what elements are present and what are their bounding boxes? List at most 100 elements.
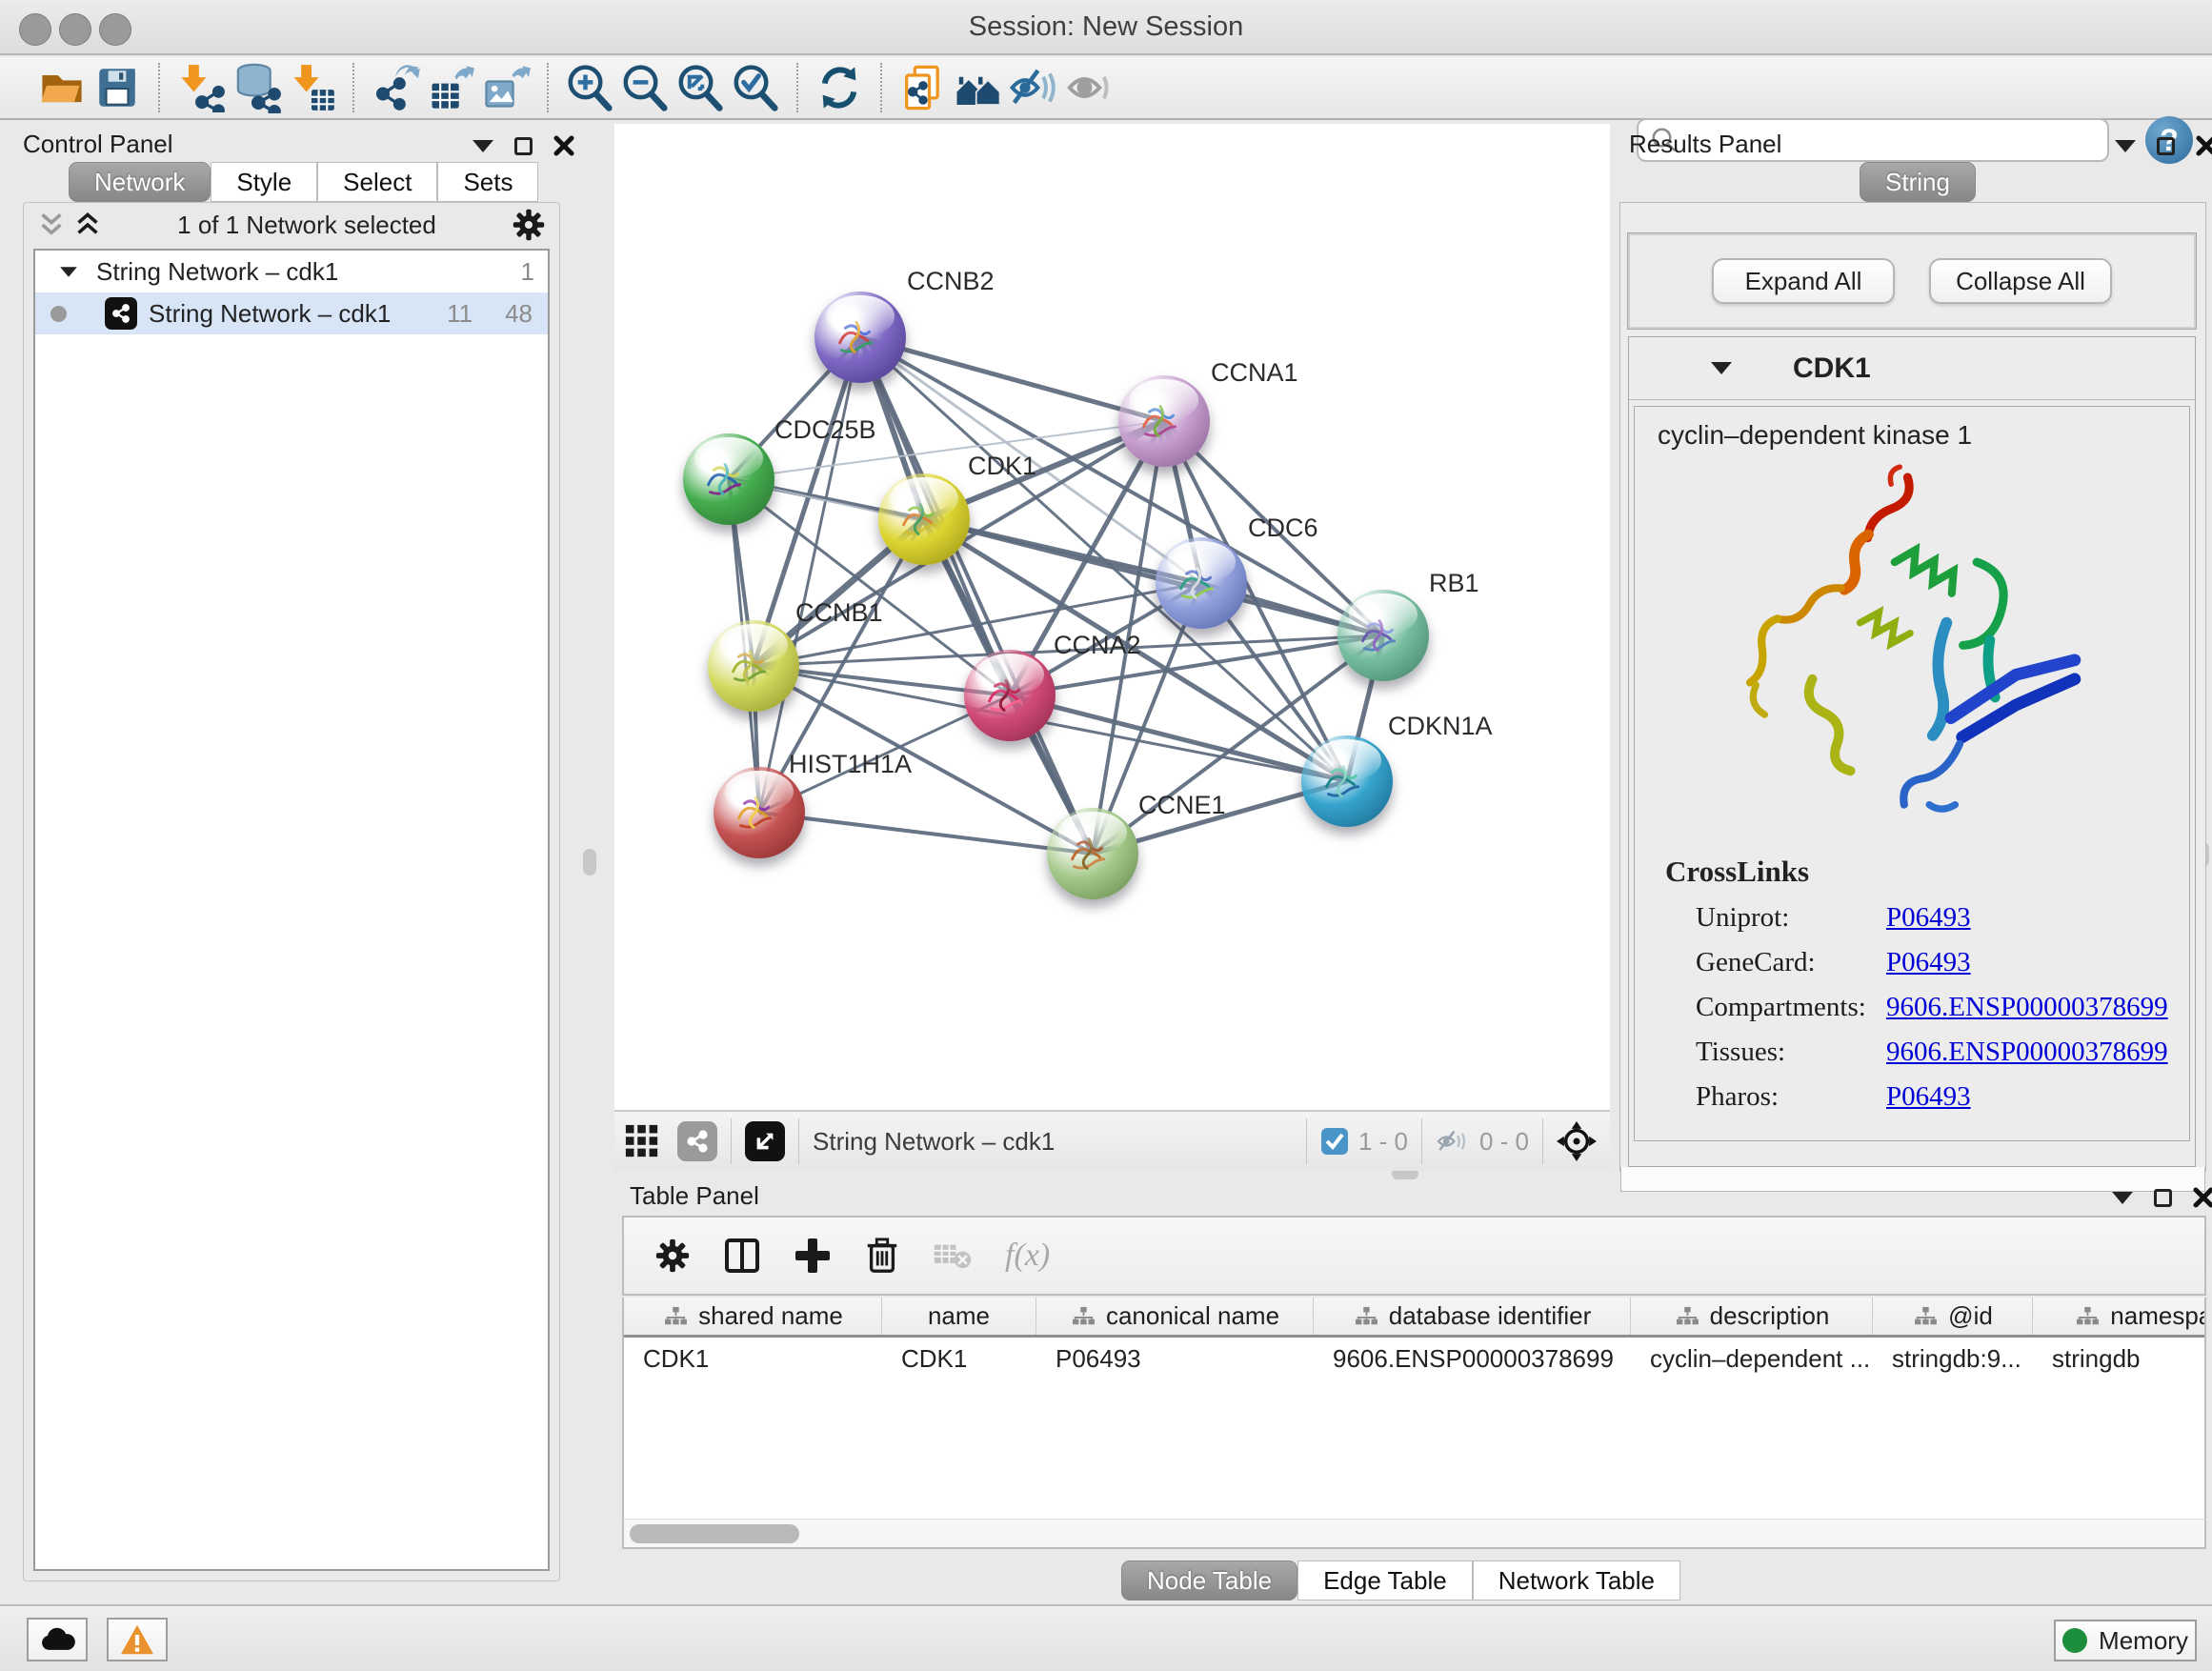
crosslink-link[interactable]: P06493: [1886, 902, 1971, 934]
network-overview-icon[interactable]: [951, 60, 1006, 115]
center-view-crosshair-icon[interactable]: [1557, 1121, 1597, 1161]
tab-sets[interactable]: Sets: [437, 162, 538, 202]
crosslink-link[interactable]: 9606.ENSP00000378699: [1886, 1037, 2168, 1068]
function-builder-icon[interactable]: f(x): [1005, 1238, 1050, 1274]
expand-all-button[interactable]: Expand All: [1712, 258, 1895, 304]
node-CDKN1A[interactable]: [1301, 735, 1393, 827]
network-options-gear-icon[interactable]: [512, 208, 546, 242]
export-network-icon[interactable]: [368, 60, 423, 115]
table-cell[interactable]: stringdb:9...: [1873, 1338, 2033, 1379]
table-row[interactable]: CDK1CDK1P064939606.ENSP00000378699cyclin…: [624, 1338, 2204, 1379]
crosslink-link[interactable]: 9606.ENSP00000378699: [1886, 992, 2168, 1023]
node-RB1[interactable]: [1337, 590, 1429, 681]
results-float-icon[interactable]: [2157, 137, 2175, 155]
collapse-all-icon[interactable]: [37, 212, 66, 237]
import-network-database-icon[interactable]: [229, 60, 284, 115]
node-CCNB1[interactable]: [708, 620, 799, 712]
table-cell[interactable]: CDK1: [624, 1338, 882, 1379]
import-network-icon[interactable]: [173, 60, 229, 115]
memory-button[interactable]: Memory: [2054, 1620, 2197, 1661]
import-table-icon[interactable]: [284, 60, 339, 115]
delete-table-icon[interactable]: [933, 1239, 973, 1272]
tab-network[interactable]: Network: [69, 162, 211, 202]
edge-CCNA2-CDKN1A[interactable]: [1010, 695, 1347, 781]
tab-select[interactable]: Select: [317, 162, 437, 202]
tab-edge-table[interactable]: Edge Table: [1297, 1560, 1473, 1601]
show-columns-icon[interactable]: [723, 1237, 761, 1275]
node-CDK1[interactable]: [878, 473, 970, 565]
column-header-namespace[interactable]: namespace: [2033, 1298, 2206, 1335]
collapse-all-button[interactable]: Collapse All: [1929, 258, 2112, 304]
column-header-name[interactable]: name: [882, 1298, 1036, 1335]
tab-network-table[interactable]: Network Table: [1473, 1560, 1680, 1601]
results-close-icon[interactable]: [2196, 135, 2212, 156]
show-all-icon[interactable]: [1061, 60, 1116, 115]
panel-menu-icon[interactable]: [473, 140, 493, 152]
gene-expander-icon[interactable]: [1711, 362, 1732, 374]
hide-selected-icon[interactable]: [1006, 60, 1061, 115]
export-table-icon[interactable]: [423, 60, 478, 115]
table-hscrollbar[interactable]: [622, 1519, 2206, 1549]
table-options-gear-icon[interactable]: [654, 1238, 691, 1274]
tab-style[interactable]: Style: [211, 162, 317, 202]
zoom-fit-icon[interactable]: [673, 60, 728, 115]
node-CCNB2[interactable]: [814, 292, 906, 383]
table-close-icon[interactable]: [2193, 1187, 2212, 1208]
tab-string-results[interactable]: String: [1860, 162, 1976, 202]
column-header-shared-name[interactable]: shared name: [624, 1298, 882, 1335]
node-CDC6[interactable]: [1156, 537, 1247, 629]
network-collection-row[interactable]: String Network – cdk1 1: [35, 251, 548, 292]
node-HIST1H1A[interactable]: [714, 767, 805, 858]
node-CCNA2[interactable]: [964, 650, 1056, 741]
table-float-icon[interactable]: [2154, 1189, 2172, 1207]
export-image-icon[interactable]: [478, 60, 533, 115]
float-panel-icon[interactable]: [514, 137, 533, 155]
results-menu-icon[interactable]: [2115, 140, 2136, 152]
warning-button[interactable]: [107, 1618, 168, 1661]
table-tabs: Node Table Edge Table Network Table: [1121, 1560, 1680, 1601]
node-CDC25B[interactable]: [683, 433, 774, 525]
column-header-canonical-name[interactable]: canonical name: [1036, 1298, 1314, 1335]
delete-column-trash-icon[interactable]: [864, 1237, 900, 1275]
network-type-icon: [105, 297, 137, 330]
selected-checkbox-icon[interactable]: [1320, 1127, 1349, 1156]
zoom-selected-icon[interactable]: [728, 60, 783, 115]
column-header-database-identifier[interactable]: database identifier: [1314, 1298, 1631, 1335]
network-grid-view-icon[interactable]: [624, 1123, 660, 1159]
close-panel-icon[interactable]: [553, 135, 574, 156]
table-cell[interactable]: stringdb: [2033, 1338, 2206, 1379]
zoom-in-icon[interactable]: [562, 60, 617, 115]
cloud-button[interactable]: [27, 1618, 88, 1661]
table-cell[interactable]: cyclin–dependent ...: [1631, 1338, 1873, 1379]
left-splitter-handle[interactable]: [583, 849, 596, 876]
network-row[interactable]: String Network – cdk1 11 48: [35, 292, 548, 334]
network-canvas[interactable]: CCNB2CCNA1CDC25BCDK1CDC6RB1CCNB1CCNA2CDK…: [614, 124, 1610, 1110]
tab-node-table[interactable]: Node Table: [1121, 1560, 1297, 1601]
edge-HIST1H1A-CCNE1[interactable]: [759, 813, 1093, 854]
edge-CCNB2-HIST1H1A[interactable]: [759, 337, 860, 813]
zoom-out-icon[interactable]: [617, 60, 673, 115]
network-share-view-icon[interactable]: [677, 1121, 717, 1161]
control-panel-title: Control Panel: [23, 130, 173, 159]
crosslink-link[interactable]: P06493: [1886, 947, 1971, 978]
table-cell[interactable]: 9606.ENSP00000378699: [1314, 1338, 1631, 1379]
table-menu-icon[interactable]: [2112, 1192, 2133, 1204]
results-panel: Results Panel String Expand All Collapse…: [1614, 124, 2212, 1174]
hidden-eye-icon[interactable]: [1436, 1127, 1470, 1156]
open-session-icon[interactable]: [34, 60, 90, 115]
expand-all-icon[interactable]: [73, 212, 102, 237]
add-column-icon[interactable]: [794, 1237, 832, 1275]
column-header-description[interactable]: description: [1631, 1298, 1873, 1335]
node-CCNA1[interactable]: [1118, 375, 1210, 467]
table-cell[interactable]: P06493: [1036, 1338, 1314, 1379]
birdseye-view-icon[interactable]: [745, 1121, 785, 1161]
apply-layout-refresh-icon[interactable]: [812, 60, 867, 115]
clone-network-icon[interactable]: [895, 60, 951, 115]
scrollbar-thumb[interactable]: [630, 1524, 799, 1543]
table-cell[interactable]: CDK1: [882, 1338, 1036, 1379]
crosslink-link[interactable]: P06493: [1886, 1081, 1971, 1113]
node-CCNE1[interactable]: [1047, 808, 1138, 899]
save-session-icon[interactable]: [90, 60, 145, 115]
collection-expander-icon[interactable]: [60, 267, 77, 276]
column-header--id[interactable]: @id: [1873, 1298, 2033, 1335]
